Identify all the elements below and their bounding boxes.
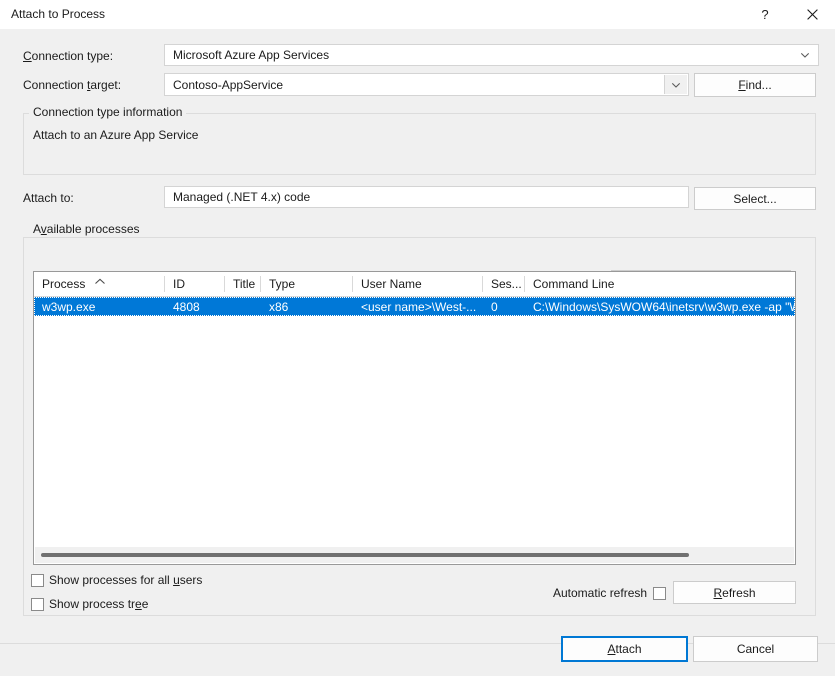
automatic-refresh-checkbox[interactable]: Automatic refresh [553,586,667,600]
checkbox-box[interactable] [653,586,667,600]
connection-target-label: Connection target: [23,78,122,92]
close-icon [806,9,818,20]
cancel-button-label: Cancel [736,642,775,656]
column-header-user-name-label: User Name [361,277,422,291]
process-list[interactable]: Process ID Title Type User Name Ses... C… [33,271,796,565]
available-processes-legend: Available processes [29,222,144,236]
connection-info-group [23,113,816,175]
window-title: Attach to Process [11,7,106,21]
connection-target-value: Contoso-AppService [173,77,284,92]
cancel-button[interactable]: Cancel [693,636,818,662]
column-header-session-label: Ses... [491,277,522,291]
dialog-body: Connection type: Microsoft Azure App Ser… [0,29,835,676]
show-all-users-label: Show processes for all users [49,573,203,587]
column-header-title[interactable]: Title [225,272,261,296]
cell-id: 4808 [173,299,200,314]
connection-target-dropdown-button[interactable] [664,75,687,94]
chevron-down-icon [800,50,810,60]
column-header-id-label: ID [173,277,185,291]
help-button[interactable]: ? [742,0,788,29]
cell-process: w3wp.exe [42,299,96,314]
automatic-refresh-label: Automatic refresh [553,586,648,600]
select-button-label: Select... [733,191,777,206]
column-header-user-name[interactable]: User Name [353,272,483,296]
column-header-title-label: Title [233,277,256,291]
connection-info-text: Attach to an Azure App Service [33,128,199,142]
cell-type: x86 [269,299,289,314]
checkbox-box[interactable] [31,597,44,611]
connection-type-value: Microsoft Azure App Services [173,48,330,62]
process-list-header: Process ID Title Type User Name Ses... C… [34,272,795,297]
cell-user-name: <user name>\West-... [361,299,477,314]
select-button[interactable]: Select... [694,187,816,210]
column-header-command-line[interactable]: Command Line [525,272,795,296]
column-header-command-line-label: Command Line [533,277,615,291]
column-header-id[interactable]: ID [165,272,224,296]
cell-session: 0 [491,299,498,314]
table-row[interactable]: w3wp.exe 4808 x86 <user name>\West-... 0… [34,297,795,316]
show-process-tree-label: Show process tree [49,597,149,611]
attach-button-label: Attach [607,642,642,656]
attach-button[interactable]: Attach [561,636,688,662]
connection-type-label: Connection type: [23,49,114,63]
refresh-button[interactable]: Refresh [673,581,796,604]
find-button[interactable]: Find... [694,73,816,97]
question-mark-icon: ? [761,7,769,22]
close-button[interactable] [789,0,835,29]
cell-command-line: C:\Windows\SysWOW64\inetsrv\w3wp.exe -ap… [533,299,796,314]
column-header-session[interactable]: Ses... [483,272,525,296]
show-process-tree-checkbox[interactable]: Show process tree [31,597,148,611]
refresh-button-label: Refresh [713,585,756,600]
attach-to-field: Managed (.NET 4.x) code [164,186,689,208]
attach-to-value: Managed (.NET 4.x) code [173,190,311,204]
column-header-process-label: Process [42,277,86,291]
horizontal-scrollbar[interactable] [35,546,794,563]
attach-to-label: Attach to: [23,191,74,205]
show-all-users-checkbox[interactable]: Show processes for all users [31,573,202,587]
find-button-label: Find... [738,78,772,92]
column-header-type-label: Type [269,277,296,291]
connection-type-combobox[interactable]: Microsoft Azure App Services [164,44,819,66]
cell-title [233,297,259,316]
title-bar: Attach to Process ? [0,0,835,30]
sort-ascending-icon [94,274,106,284]
horizontal-scrollbar-thumb[interactable] [41,553,689,557]
column-header-type[interactable]: Type [261,272,353,296]
connection-target-combobox[interactable]: Contoso-AppService [164,73,689,96]
checkbox-box[interactable] [31,573,44,587]
connection-info-legend: Connection type information [29,105,187,119]
